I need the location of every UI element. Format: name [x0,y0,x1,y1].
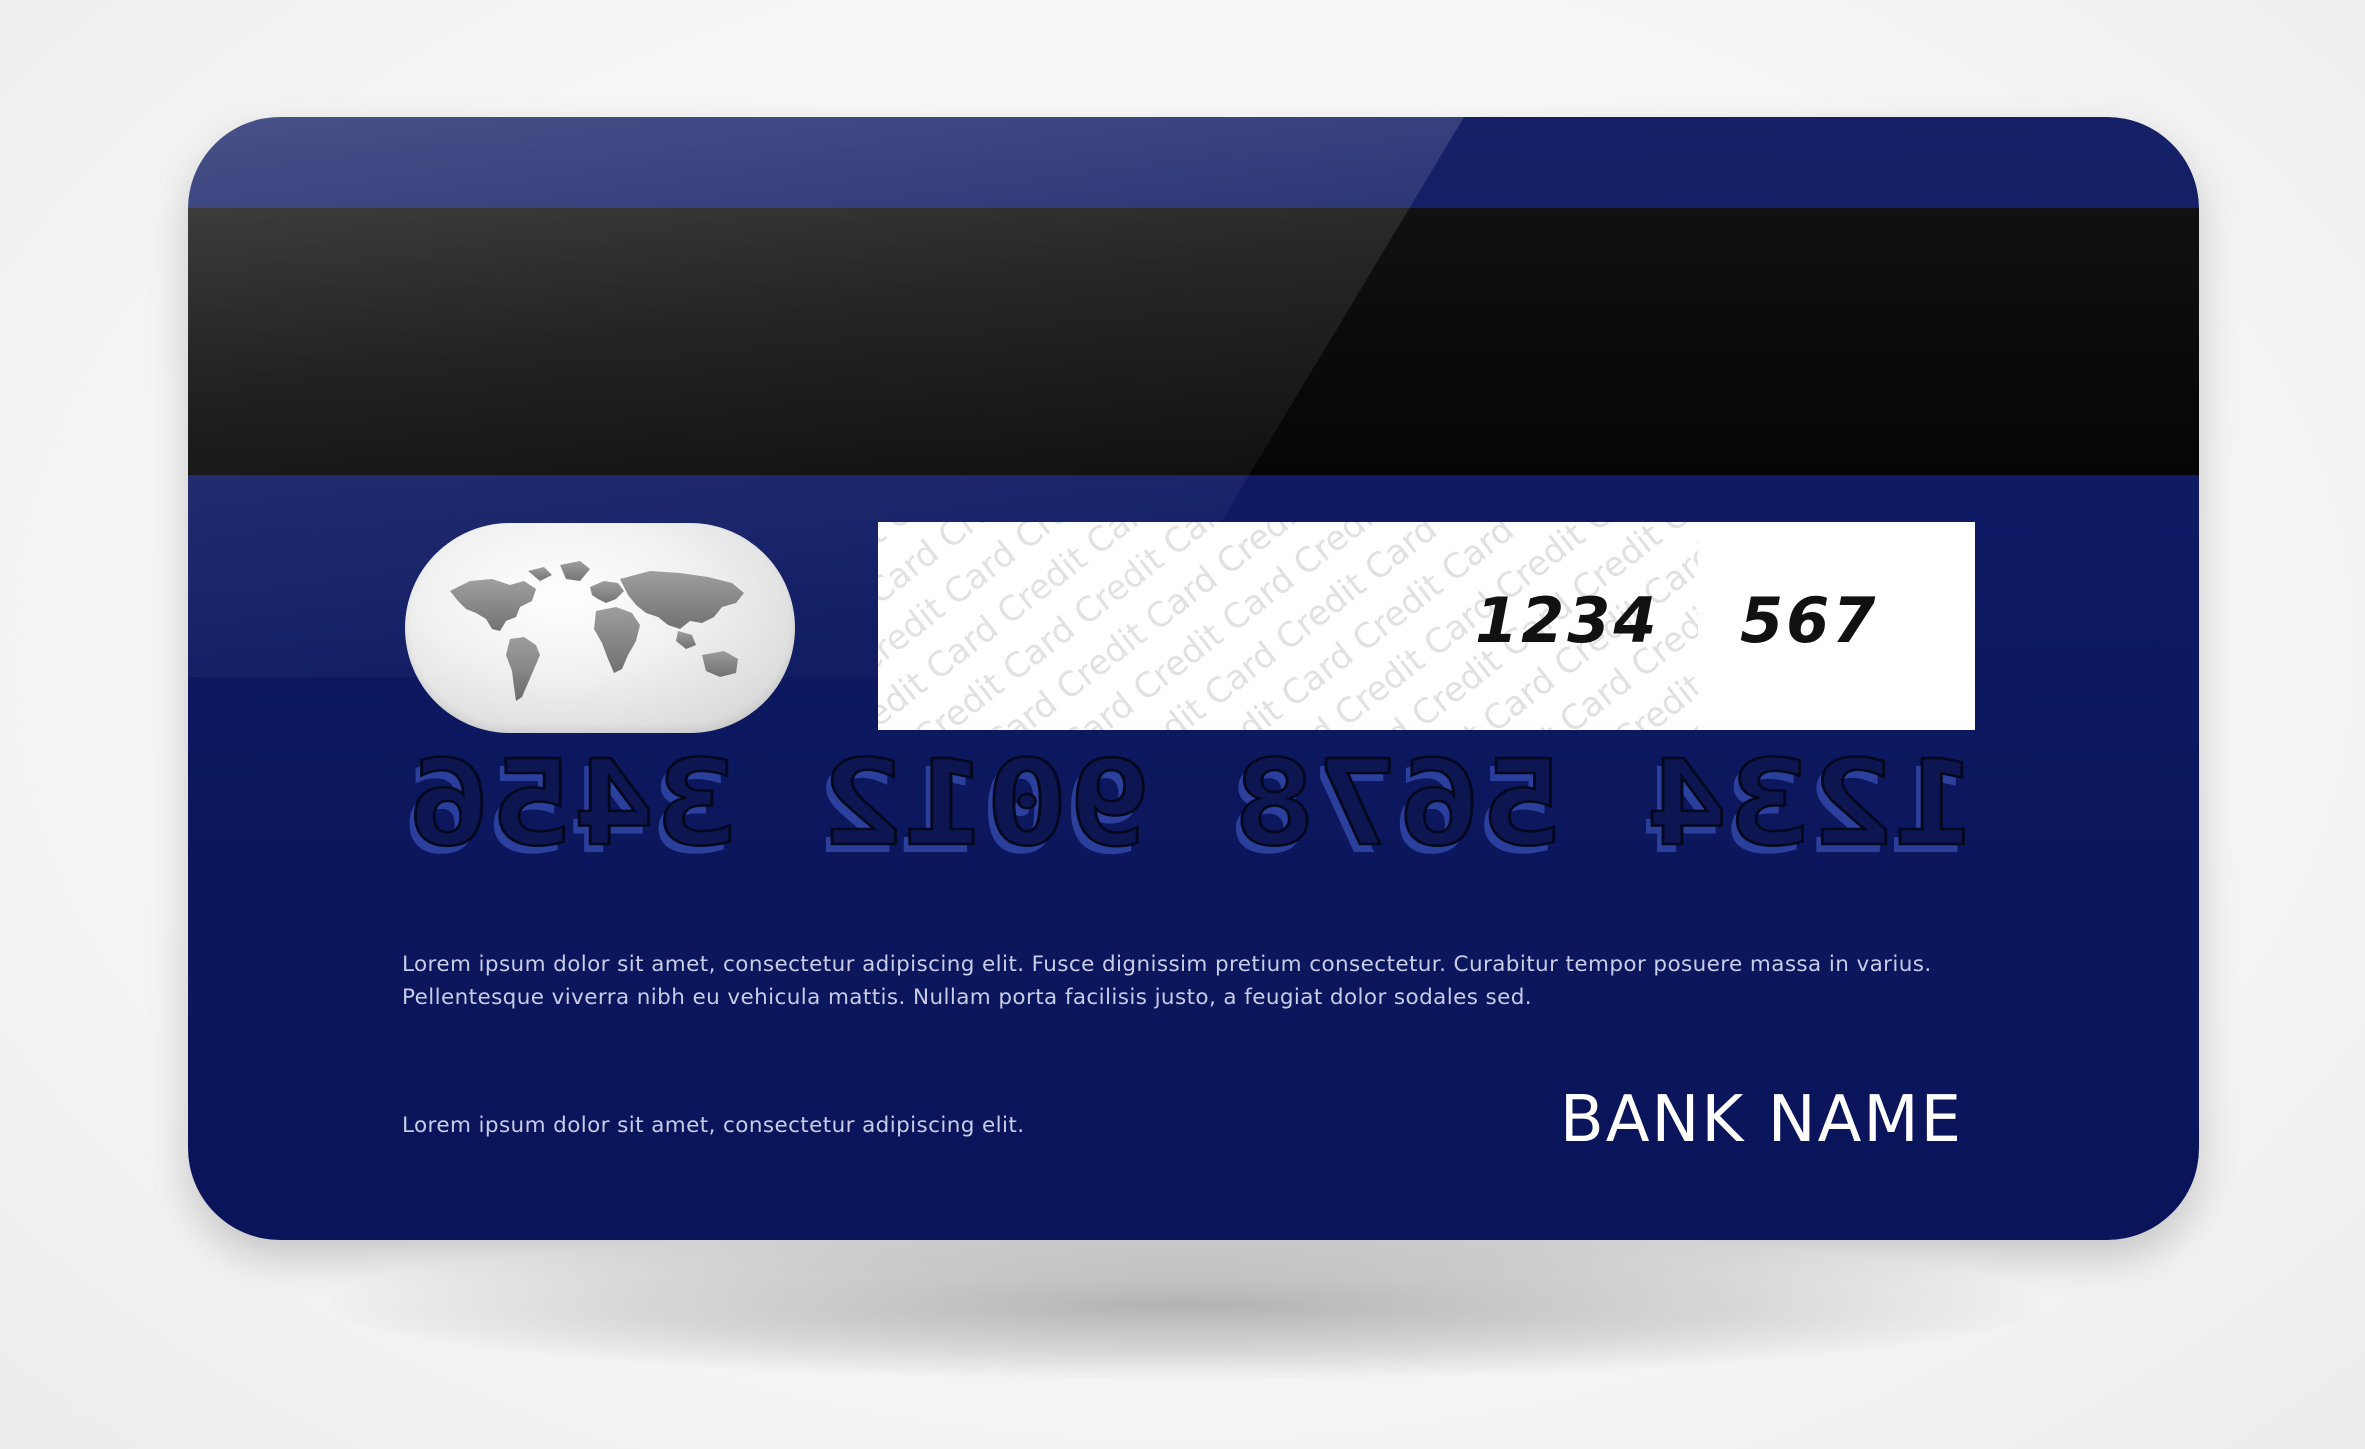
credit-card-back: Credit Card Credit Card Credit Card Cred… [188,117,2199,1240]
disclaimer-text: Lorem ipsum dolor sit amet, consectetur … [402,952,1932,1010]
world-map-icon [450,561,744,701]
magnetic-stripe [188,208,2199,475]
footer-note: Lorem ipsum dolor sit amet, consectetur … [402,1113,1025,1138]
floor-shadow [330,1230,2040,1380]
bank-name: BANK NAME [1559,1083,1963,1157]
signature-number-2: 567 [1740,584,1879,657]
signature-panel: Credit Card Credit Card Credit Card Cred… [878,522,1975,730]
signature-number-1: 1234 [1475,584,1660,657]
hologram-badge [405,523,795,733]
embossed-number: 1234 5678 9012 3456 [408,734,1976,872]
embossed-card-number: 1234 5678 9012 3456 1234 5678 9012 3456 [402,733,1977,880]
